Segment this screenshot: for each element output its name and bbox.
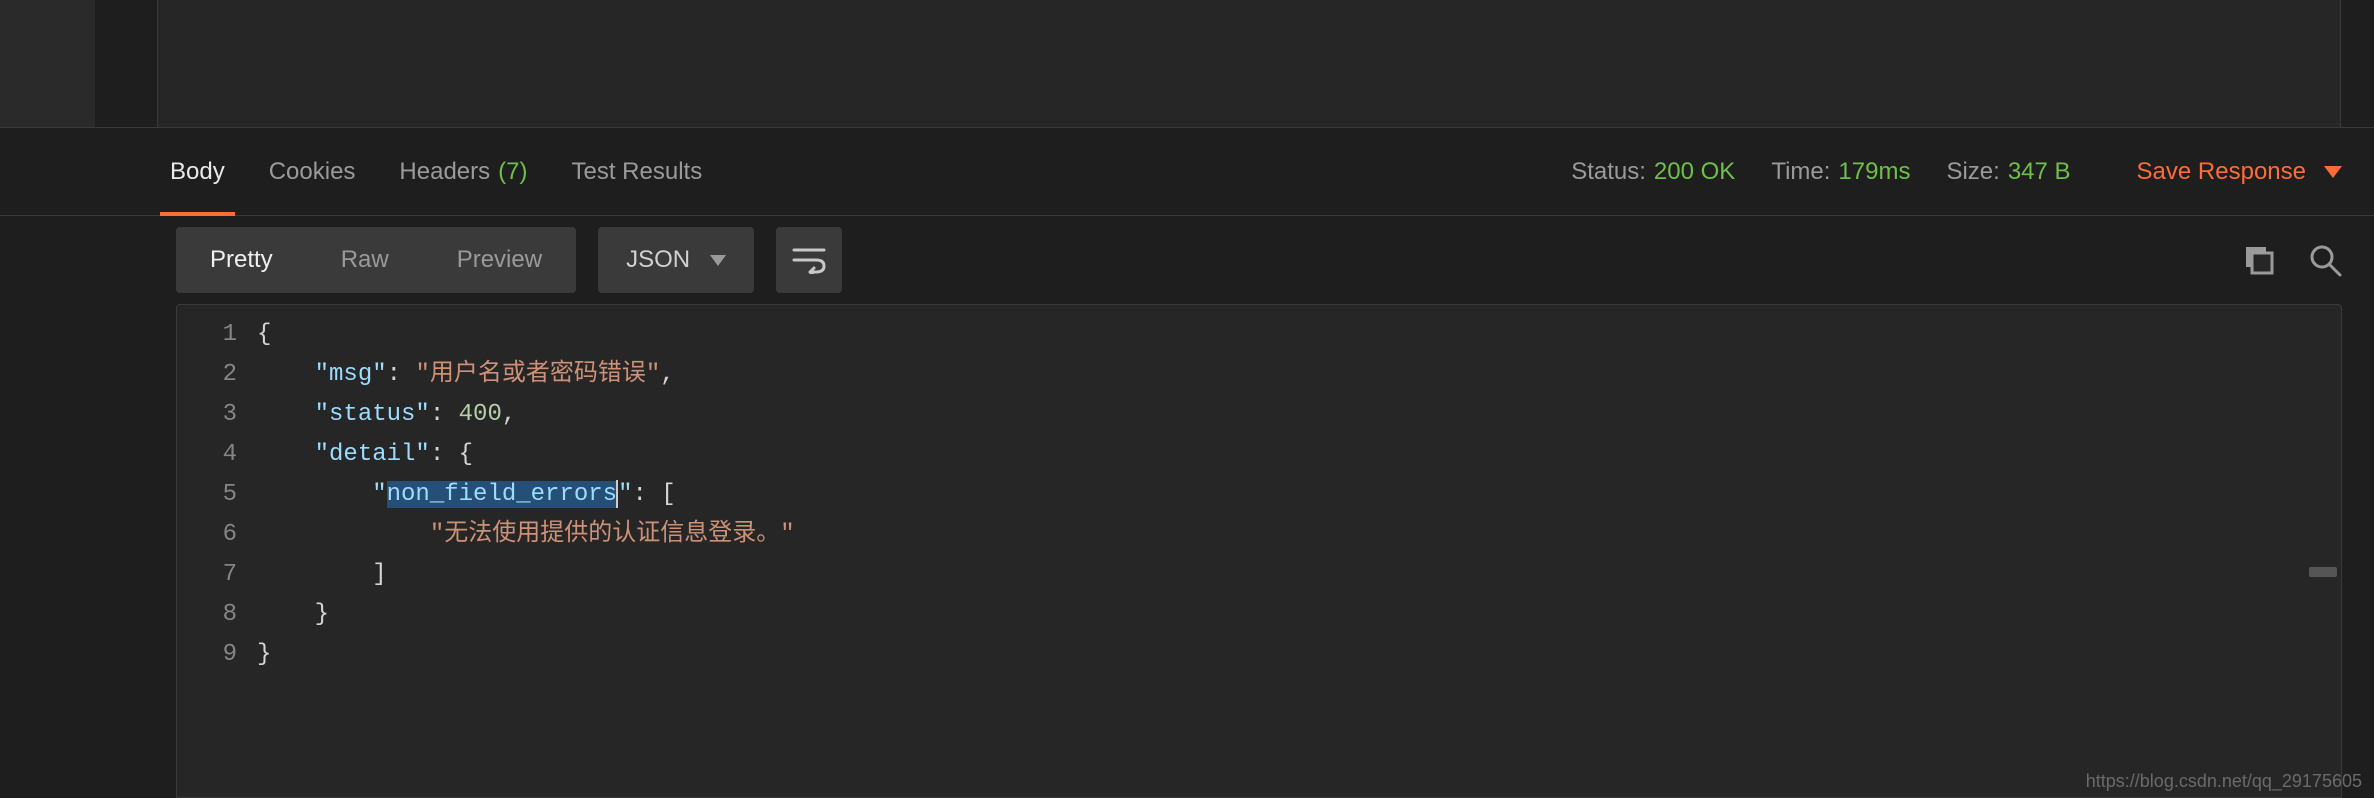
size-value: 347 B — [2008, 158, 2071, 185]
view-mode-pretty[interactable]: Pretty — [176, 227, 307, 293]
size-stat: Size:347 B — [1946, 158, 2070, 186]
line-number: 4 — [177, 435, 257, 475]
copy-button[interactable] — [2242, 243, 2276, 277]
headers-count: (7) — [498, 158, 527, 186]
scrollbar-marker[interactable] — [2309, 567, 2337, 577]
save-response-button[interactable]: Save Response — [2137, 158, 2342, 186]
request-gutter — [0, 0, 158, 127]
time-value: 179ms — [1838, 158, 1910, 185]
status-value: 200 OK — [1654, 158, 1735, 185]
wrap-icon — [792, 246, 826, 274]
time-stat: Time:179ms — [1771, 158, 1910, 186]
wrap-lines-button[interactable] — [776, 227, 842, 293]
line-number: 6 — [177, 515, 257, 555]
view-mode-preview[interactable]: Preview — [423, 227, 576, 293]
line-number: 8 — [177, 595, 257, 635]
tab-headers[interactable]: Headers(7) — [399, 128, 527, 215]
line-number: 5 — [177, 475, 257, 515]
tab-test-results[interactable]: Test Results — [571, 128, 702, 215]
line-number: 3 — [177, 395, 257, 435]
line-number: 9 — [177, 635, 257, 675]
chevron-down-icon — [2324, 166, 2342, 178]
view-mode-raw[interactable]: Raw — [307, 227, 423, 293]
response-toolbar: Pretty Raw Preview JSON — [0, 216, 2374, 304]
line-number: 2 — [177, 355, 257, 395]
tab-cookies[interactable]: Cookies — [269, 128, 356, 215]
format-select[interactable]: JSON — [598, 227, 754, 293]
search-icon — [2308, 243, 2342, 277]
line-number: 7 — [177, 555, 257, 595]
search-button[interactable] — [2308, 243, 2342, 277]
copy-icon — [2242, 243, 2276, 277]
response-header-bar: Body Cookies Headers(7) Test Results Sta… — [0, 128, 2374, 216]
chevron-down-icon — [710, 255, 726, 266]
request-body-area — [0, 0, 2374, 128]
status-stat: Status:200 OK — [1571, 158, 1735, 186]
selected-text: non_field_errors — [387, 481, 617, 508]
watermark: https://blog.csdn.net/qq_29175605 — [2086, 771, 2362, 792]
view-mode-group: Pretty Raw Preview — [176, 227, 576, 293]
response-body-viewer[interactable]: 1{ 2 "msg": "用户名或者密码错误", 3 "status": 400… — [176, 304, 2342, 798]
line-number: 1 — [177, 315, 257, 355]
tab-body[interactable]: Body — [170, 128, 225, 215]
